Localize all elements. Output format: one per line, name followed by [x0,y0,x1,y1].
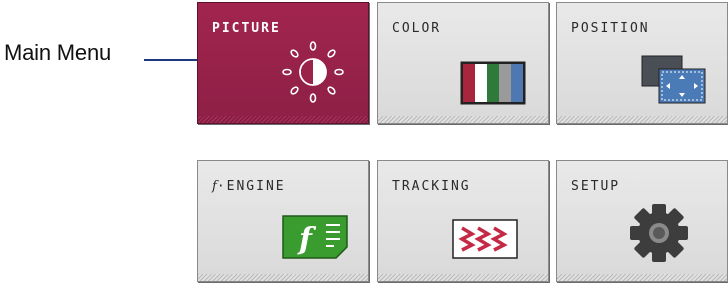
callout-leader-line [144,59,197,61]
brightness-icon [282,41,344,103]
color-bars-icon [460,61,526,105]
tracking-icon [452,219,518,259]
menu-tile-label: SETUP [571,179,621,194]
menu-tile-tracking[interactable]: TRACKING [377,160,549,282]
menu-tile-label: POSITION [571,21,650,36]
gear-icon [630,204,688,262]
menu-tile-label: TRACKING [392,179,471,194]
f-engine-icon: f [282,215,348,259]
menu-tile-label: COLOR [392,21,442,36]
menu-tile-picture[interactable]: PICTURE [197,2,369,124]
menu-tile-label: f·ENGINE [212,179,286,194]
menu-tile-f-engine[interactable]: f·ENGINE f [197,160,369,282]
menu-tile-label: PICTURE [212,21,281,36]
main-menu-callout-label: Main Menu [4,40,112,65]
position-icon [641,55,706,104]
menu-tile-position[interactable]: POSITION [556,2,728,124]
menu-tile-color[interactable]: COLOR [377,2,549,124]
menu-tile-setup[interactable]: SETUP [556,160,728,282]
